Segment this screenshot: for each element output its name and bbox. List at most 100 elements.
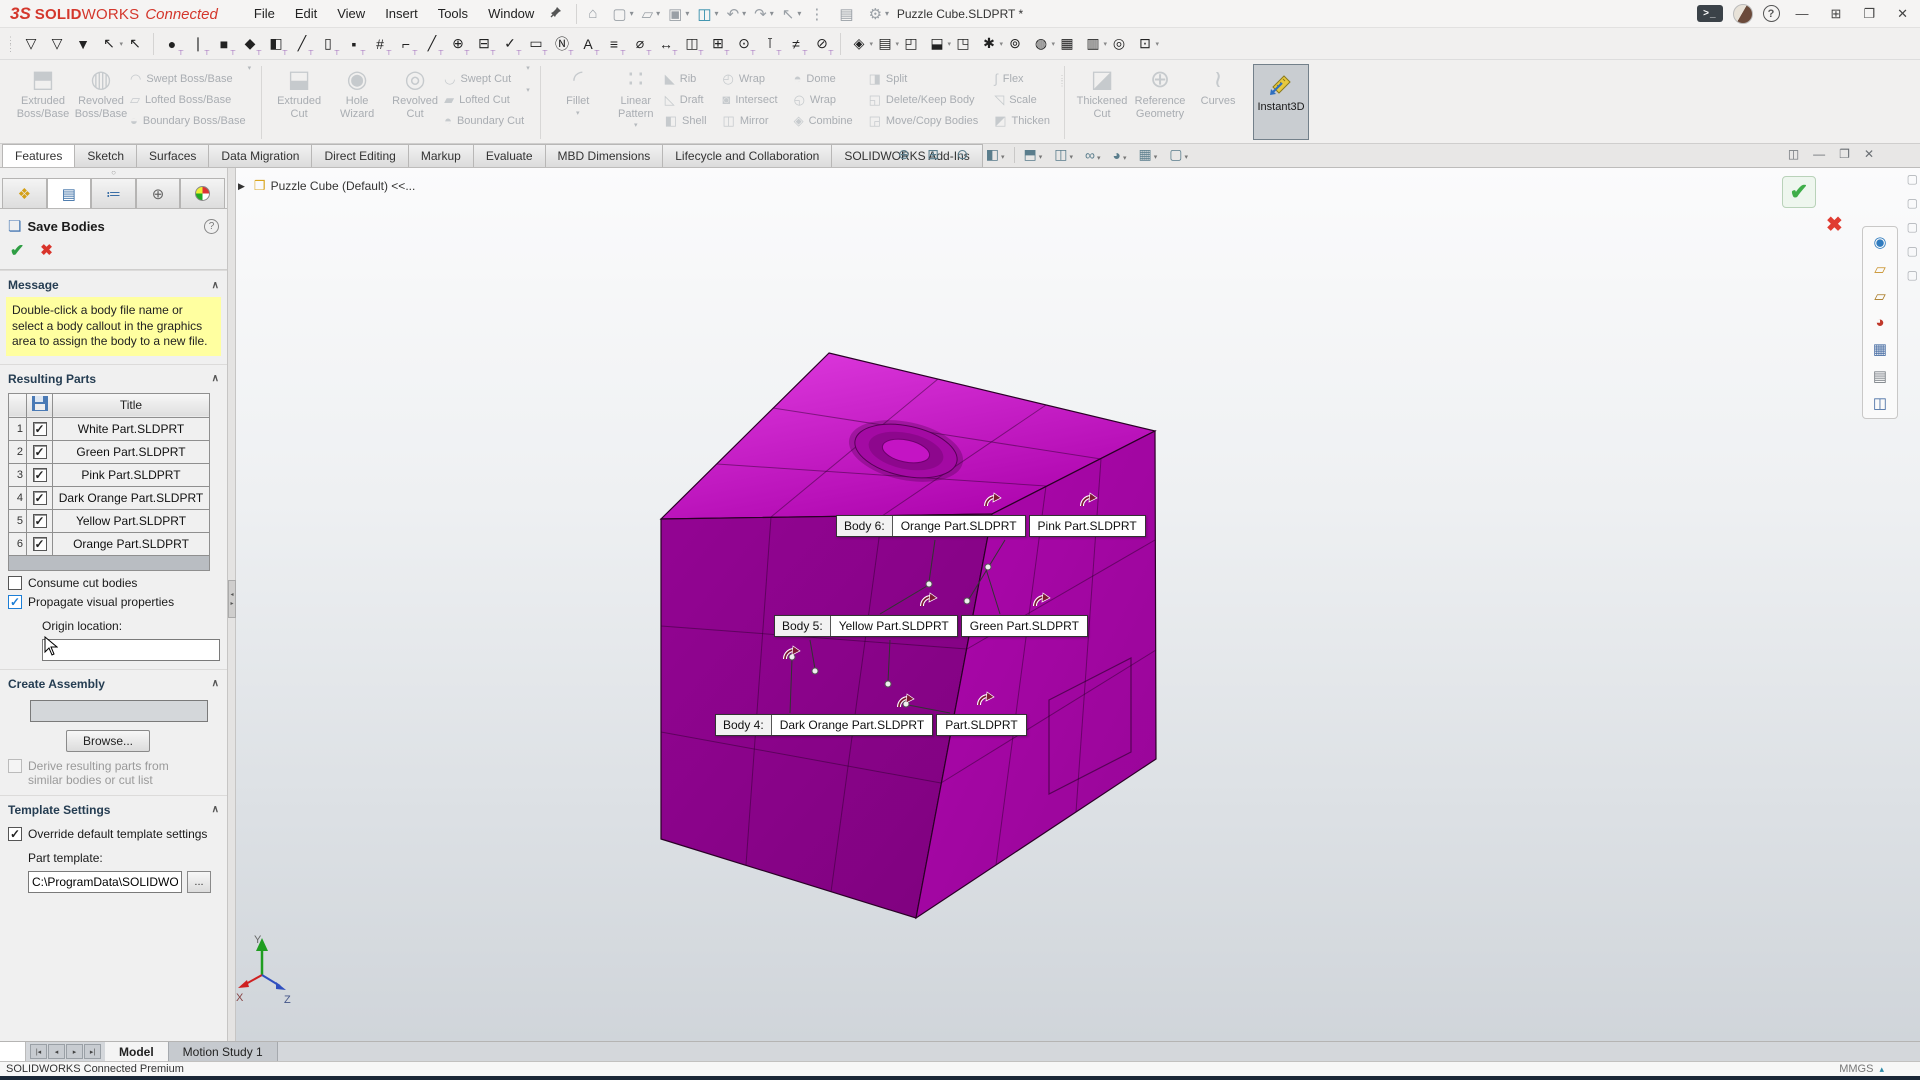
consume-cut-bodies-row[interactable]: Consume cut bodies [0, 571, 227, 590]
rail-tool-icon[interactable]: ▱ [1874, 260, 1886, 278]
menu-item[interactable]: Tools [428, 2, 478, 25]
table-row[interactable]: 4 ✓ Dark Orange Part.SLDPRT [9, 486, 210, 509]
study-tab[interactable]: Motion Study 1 [169, 1042, 278, 1061]
panel-top-handle[interactable]: ○ [0, 168, 227, 178]
ribbon-tab[interactable]: Sketch [74, 144, 137, 167]
minimize-button[interactable]: — [1790, 6, 1815, 21]
instant3d-button[interactable]: Instant3D [1253, 64, 1309, 140]
quick-toolbar-icon[interactable]: ↶▾ [724, 4, 750, 24]
dropdown-caret-icon[interactable]: ▾ [576, 109, 580, 117]
next-tab-button[interactable]: ▸ [66, 1044, 83, 1059]
view-tool-icon[interactable]: ⊙▾ [954, 146, 977, 162]
ribbon-stack-item[interactable]: ◒ Boundary Boss/Base [130, 112, 246, 129]
dropdown-caret-icon[interactable]: ▾ [1155, 40, 1159, 48]
rail-tool-icon[interactable]: ▦ [1873, 340, 1887, 358]
sketch-tool-icon[interactable]: ▦⊤▾ [1054, 31, 1080, 57]
dropdown-caret-icon[interactable]: ▾ [1184, 154, 1188, 161]
propagate-visual-properties-row[interactable]: ✓ Propagate visual properties [0, 590, 227, 609]
sketch-tool-icon[interactable]: ↖⊤▾ [96, 31, 122, 57]
sketch-tool-icon[interactable]: ▽⊤▾ [44, 31, 70, 57]
quick-toolbar-icon[interactable]: ▱▾ [639, 4, 664, 24]
ribbon-stack-item[interactable]: ◓ Boundary Cut [444, 112, 524, 129]
stack-flyout-carets[interactable]: ▾▾ [524, 64, 532, 104]
dropdown-caret-icon[interactable]: ▾ [797, 9, 801, 18]
view-tool-icon[interactable]: ∞▾ [1082, 147, 1104, 163]
tab-dimxpertmanager[interactable]: ⊕ [136, 178, 181, 208]
body-callout-6[interactable]: Body 6:Orange Part.SLDPRT Pink Part.SLDP… [836, 515, 1146, 537]
rail-tool-icon[interactable]: ▤ [1873, 367, 1887, 385]
sketch-tool-icon[interactable]: ◧⊤▾ [263, 31, 289, 57]
assembly-path-input[interactable] [30, 700, 208, 722]
sketch-tool-icon[interactable]: ▥⊤▾ [1080, 31, 1106, 57]
doc-minimize-icon[interactable]: — [1813, 147, 1825, 161]
ribbon-button[interactable]: ∷ Linear Pattern ▾ [607, 64, 665, 129]
row-checkbox-cell[interactable]: ✓ [27, 463, 53, 486]
ribbon-stack-item[interactable]: ▱ Lofted Boss/Base [130, 91, 246, 108]
menu-item[interactable]: Insert [375, 2, 428, 25]
dropdown-caret-icon[interactable]: ▾ [1001, 154, 1005, 161]
ribbon-button[interactable]: ⬓ Extruded Cut [270, 64, 328, 120]
body-filename-field[interactable]: Green Part.SLDPRT [961, 615, 1088, 637]
collapse-chevron-icon[interactable]: ∧ [212, 804, 219, 815]
restore-button[interactable]: ❐ [1857, 6, 1881, 22]
browse-button[interactable]: Browse... [66, 730, 150, 752]
row-checkbox-cell[interactable]: ✓ [27, 486, 53, 509]
sketch-tool-icon[interactable]: ✱⊤▾ [976, 31, 1002, 57]
ribbon-stack-item[interactable]: ◙ Intersect [723, 91, 778, 108]
view-tool-icon[interactable]: ⬒▾ [1021, 146, 1046, 162]
quick-toolbar-icon[interactable]: ⚙▾ [866, 4, 892, 24]
quick-toolbar-icon[interactable]: ▤▾ [836, 4, 863, 24]
sketch-tool-icon[interactable]: ⌐⊤▾ [393, 31, 419, 57]
sketch-tool-icon[interactable]: ↔⊤▾ [653, 31, 679, 57]
table-row[interactable]: 3 ✓ Pink Part.SLDPRT [9, 463, 210, 486]
ribbon-stack-item[interactable]: ◈ Combine [794, 112, 853, 129]
template-settings-section-header[interactable]: Template Settings ∧ [0, 796, 227, 822]
part-title[interactable]: Dark Orange Part.SLDPRT [53, 486, 210, 509]
checkbox-checked[interactable]: ✓ [33, 422, 47, 436]
units-indicator[interactable]: MMGS [1839, 1063, 1873, 1075]
view-tool-icon[interactable]: ⊕▾ [895, 146, 918, 162]
body-filename-field[interactable]: Dark Orange Part.SLDPRT [772, 715, 933, 735]
sketch-tool-icon[interactable]: ◫⊤▾ [679, 31, 705, 57]
ribbon-stack-item[interactable]: ◧ Shell [665, 112, 707, 129]
sketch-tool-icon[interactable]: ≡⊤▾ [601, 31, 627, 57]
task-pane-icon[interactable]: ▢ [1907, 220, 1918, 234]
task-pane-icon[interactable]: ▢ [1907, 196, 1918, 210]
dropdown-caret-icon[interactable]: ▾ [1123, 155, 1127, 162]
study-tab[interactable]: Model [105, 1042, 169, 1061]
dropdown-caret-icon[interactable]: ▾ [1069, 154, 1073, 161]
view-tool-icon[interactable]: ▢▾ [1166, 146, 1191, 162]
checkbox-checked[interactable]: ✓ [33, 468, 47, 482]
sketch-tool-icon[interactable]: ⊡⊤▾ [1132, 31, 1158, 57]
table-row[interactable]: 1 ✓ White Part.SLDPRT [9, 417, 210, 440]
sketch-tool-icon[interactable]: ⊺⊤▾ [757, 31, 783, 57]
menu-item[interactable]: Edit [285, 2, 327, 25]
menu-item[interactable]: Window [478, 2, 544, 25]
rail-tool-icon[interactable]: ◉ [1873, 233, 1886, 251]
quick-toolbar-icon[interactable]: ⋮▾ [806, 4, 834, 24]
row-checkbox-cell[interactable]: ✓ [27, 440, 53, 463]
ribbon-stack-item[interactable]: ◱ Delete/Keep Body [869, 91, 979, 108]
task-pane-icon[interactable]: ▢ [1907, 268, 1918, 282]
ribbon-tab[interactable]: Direct Editing [311, 144, 408, 167]
tab-configurationmanager[interactable]: ≔ [91, 178, 136, 208]
rail-tool-icon[interactable]: ◕ [1875, 314, 1884, 331]
view-tool-icon[interactable]: ▦▾ [1135, 146, 1160, 162]
body-filename-field[interactable]: Yellow Part.SLDPRT [831, 616, 957, 636]
sketch-tool-icon[interactable]: Ⓝ⊤▾ [549, 31, 575, 57]
ribbon-stack-item[interactable]: ◲ Move/Copy Bodies [869, 112, 979, 129]
message-section-header[interactable]: Message ∧ [0, 270, 227, 297]
dropdown-caret-icon[interactable]: ▾ [1154, 154, 1158, 161]
dropdown-caret-icon[interactable]: ▾ [885, 9, 889, 18]
terminal-icon[interactable]: >_ [1697, 5, 1722, 22]
user-avatar[interactable] [1733, 4, 1753, 24]
task-pane-icon[interactable]: ▢ [1907, 172, 1918, 186]
ribbon-tab[interactable]: Features [2, 144, 75, 167]
confirmation-ok-button[interactable]: ✔ [1782, 176, 1816, 208]
sketch-tool-icon[interactable]: ●⊤▾ [159, 31, 185, 57]
sketch-tool-icon[interactable]: ■⊤▾ [211, 31, 237, 57]
part-title[interactable]: Pink Part.SLDPRT [53, 463, 210, 486]
sketch-tool-icon[interactable]: ◰⊤▾ [898, 31, 924, 57]
sketch-tool-icon[interactable]: ❘⊤▾ [185, 31, 211, 57]
dropdown-caret-icon[interactable]: ▾ [1097, 155, 1101, 162]
